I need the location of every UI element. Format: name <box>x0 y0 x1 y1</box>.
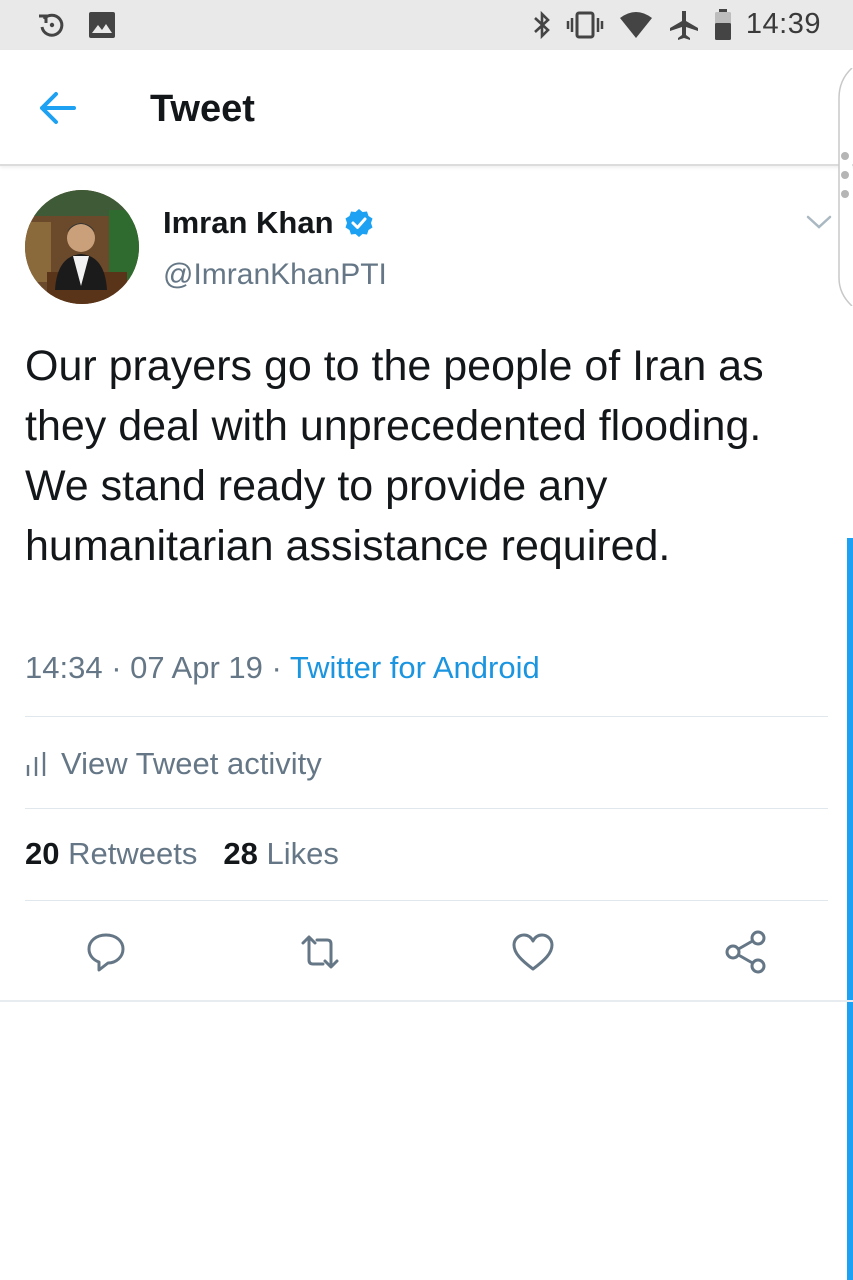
action-bar-divider <box>0 1000 853 1002</box>
view-tweet-activity-button[interactable]: View Tweet activity <box>25 740 322 788</box>
vibrate-icon <box>566 10 604 40</box>
tweet-time: 14:34 <box>25 650 103 685</box>
rotate-icon <box>36 10 66 40</box>
tweet-meta: 14:34 · 07 Apr 19 · Twitter for Android <box>25 650 540 686</box>
back-arrow-icon <box>40 92 76 124</box>
retweet-icon <box>301 935 339 969</box>
likes-stat[interactable]: 28 Likes <box>223 836 338 872</box>
avatar[interactable] <box>25 190 139 304</box>
author-name-row[interactable]: Imran Khan <box>163 205 374 241</box>
like-icon <box>512 933 554 971</box>
activity-label: View Tweet activity <box>61 746 322 781</box>
battery-icon <box>714 8 732 41</box>
retweet-button[interactable] <box>296 928 344 976</box>
tweet-menu-button[interactable] <box>804 210 834 234</box>
chevron-down-icon <box>806 215 832 229</box>
share-button[interactable] <box>722 928 770 976</box>
tweet-text: Our prayers go to the people of Iran as … <box>25 342 764 570</box>
divider <box>25 716 828 717</box>
wifi-icon <box>618 10 654 40</box>
retweets-count: 20 <box>25 836 60 871</box>
author-handle[interactable]: @ImranKhanPTI <box>163 258 387 292</box>
status-bar: 14:39 <box>0 0 853 50</box>
tweet-source-link[interactable]: Twitter for Android <box>290 650 540 685</box>
divider <box>25 900 828 901</box>
like-button[interactable] <box>509 928 557 976</box>
app-bar: Tweet <box>0 50 853 166</box>
bar-chart-icon <box>26 752 46 776</box>
tweet-date: 07 Apr 19 <box>130 650 263 685</box>
reply-button[interactable] <box>82 928 130 976</box>
reply-icon <box>87 933 125 972</box>
page-title: Tweet <box>150 88 255 130</box>
retweets-stat[interactable]: 20 Retweets <box>25 836 197 872</box>
status-time: 14:39 <box>745 8 821 40</box>
meta-separator: · <box>102 650 131 685</box>
share-icon <box>725 930 766 974</box>
retweets-label: Retweets <box>68 836 198 871</box>
likes-count: 28 <box>223 836 258 871</box>
verified-badge-icon <box>344 208 374 238</box>
meta-separator: · <box>262 650 290 685</box>
edge-panel-dots <box>841 152 849 198</box>
back-button[interactable] <box>36 88 80 128</box>
divider <box>25 808 828 809</box>
engagement-stats: 20 Retweets 28 Likes <box>25 836 339 872</box>
author-name[interactable]: Imran Khan <box>163 205 334 241</box>
bluetooth-icon <box>532 10 552 40</box>
airplane-icon <box>668 9 700 41</box>
likes-label: Likes <box>266 836 339 871</box>
scrollbar[interactable] <box>847 538 853 1280</box>
image-icon <box>88 11 116 39</box>
